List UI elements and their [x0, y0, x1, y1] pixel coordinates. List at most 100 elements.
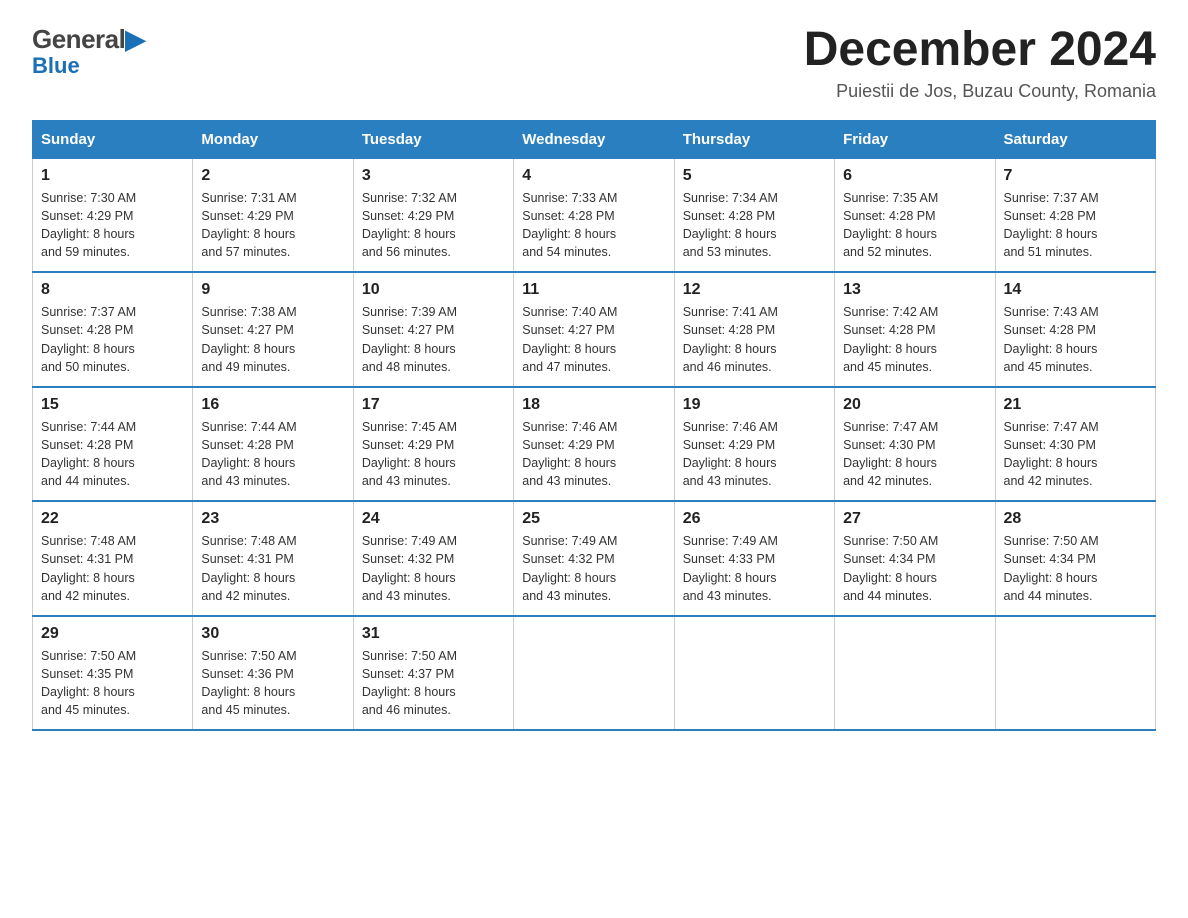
calendar-cell: 8 Sunrise: 7:37 AMSunset: 4:28 PMDayligh…: [33, 272, 193, 387]
calendar-cell: 3 Sunrise: 7:32 AMSunset: 4:29 PMDayligh…: [353, 158, 513, 272]
day-info: Sunrise: 7:47 AMSunset: 4:30 PMDaylight:…: [1004, 420, 1099, 488]
day-number: 9: [201, 281, 344, 299]
logo: General▶ Blue: [32, 24, 145, 79]
day-info: Sunrise: 7:38 AMSunset: 4:27 PMDaylight:…: [201, 305, 296, 373]
calendar-cell: 5 Sunrise: 7:34 AMSunset: 4:28 PMDayligh…: [674, 158, 834, 272]
day-number: 26: [683, 510, 826, 528]
day-number: 13: [843, 281, 986, 299]
title-section: December 2024 Puiestii de Jos, Buzau Cou…: [804, 24, 1156, 102]
day-number: 24: [362, 510, 505, 528]
day-info: Sunrise: 7:50 AMSunset: 4:35 PMDaylight:…: [41, 649, 136, 717]
day-info: Sunrise: 7:50 AMSunset: 4:34 PMDaylight:…: [1004, 534, 1099, 602]
calendar-cell: 20 Sunrise: 7:47 AMSunset: 4:30 PMDaylig…: [835, 387, 995, 502]
day-info: Sunrise: 7:50 AMSunset: 4:36 PMDaylight:…: [201, 649, 296, 717]
day-number: 21: [1004, 396, 1147, 414]
day-info: Sunrise: 7:37 AMSunset: 4:28 PMDaylight:…: [1004, 191, 1099, 259]
calendar-cell: 21 Sunrise: 7:47 AMSunset: 4:30 PMDaylig…: [995, 387, 1155, 502]
col-monday: Monday: [193, 120, 353, 158]
calendar-cell: 24 Sunrise: 7:49 AMSunset: 4:32 PMDaylig…: [353, 501, 513, 616]
calendar-cell: 19 Sunrise: 7:46 AMSunset: 4:29 PMDaylig…: [674, 387, 834, 502]
calendar-cell: 15 Sunrise: 7:44 AMSunset: 4:28 PMDaylig…: [33, 387, 193, 502]
calendar-cell: 29 Sunrise: 7:50 AMSunset: 4:35 PMDaylig…: [33, 616, 193, 731]
month-title: December 2024: [804, 24, 1156, 77]
day-info: Sunrise: 7:39 AMSunset: 4:27 PMDaylight:…: [362, 305, 457, 373]
day-number: 29: [41, 625, 184, 643]
col-sunday: Sunday: [33, 120, 193, 158]
day-number: 30: [201, 625, 344, 643]
calendar-cell: 30 Sunrise: 7:50 AMSunset: 4:36 PMDaylig…: [193, 616, 353, 731]
day-number: 25: [522, 510, 665, 528]
calendar-cell: 10 Sunrise: 7:39 AMSunset: 4:27 PMDaylig…: [353, 272, 513, 387]
day-info: Sunrise: 7:43 AMSunset: 4:28 PMDaylight:…: [1004, 305, 1099, 373]
calendar-cell: 31 Sunrise: 7:50 AMSunset: 4:37 PMDaylig…: [353, 616, 513, 731]
day-info: Sunrise: 7:49 AMSunset: 4:32 PMDaylight:…: [522, 534, 617, 602]
col-tuesday: Tuesday: [353, 120, 513, 158]
day-info: Sunrise: 7:44 AMSunset: 4:28 PMDaylight:…: [201, 420, 296, 488]
calendar-cell: 22 Sunrise: 7:48 AMSunset: 4:31 PMDaylig…: [33, 501, 193, 616]
day-number: 1: [41, 167, 184, 185]
day-info: Sunrise: 7:45 AMSunset: 4:29 PMDaylight:…: [362, 420, 457, 488]
calendar-cell: 13 Sunrise: 7:42 AMSunset: 4:28 PMDaylig…: [835, 272, 995, 387]
calendar-week-row: 8 Sunrise: 7:37 AMSunset: 4:28 PMDayligh…: [33, 272, 1156, 387]
calendar-week-row: 22 Sunrise: 7:48 AMSunset: 4:31 PMDaylig…: [33, 501, 1156, 616]
day-info: Sunrise: 7:35 AMSunset: 4:28 PMDaylight:…: [843, 191, 938, 259]
day-info: Sunrise: 7:34 AMSunset: 4:28 PMDaylight:…: [683, 191, 778, 259]
col-friday: Friday: [835, 120, 995, 158]
day-info: Sunrise: 7:37 AMSunset: 4:28 PMDaylight:…: [41, 305, 136, 373]
day-number: 18: [522, 396, 665, 414]
calendar-cell: 12 Sunrise: 7:41 AMSunset: 4:28 PMDaylig…: [674, 272, 834, 387]
day-info: Sunrise: 7:50 AMSunset: 4:37 PMDaylight:…: [362, 649, 457, 717]
day-number: 22: [41, 510, 184, 528]
day-number: 10: [362, 281, 505, 299]
calendar-cell: 16 Sunrise: 7:44 AMSunset: 4:28 PMDaylig…: [193, 387, 353, 502]
day-number: 4: [522, 167, 665, 185]
calendar-cell: [674, 616, 834, 731]
day-info: Sunrise: 7:50 AMSunset: 4:34 PMDaylight:…: [843, 534, 938, 602]
day-info: Sunrise: 7:44 AMSunset: 4:28 PMDaylight:…: [41, 420, 136, 488]
col-wednesday: Wednesday: [514, 120, 674, 158]
calendar-cell: [835, 616, 995, 731]
day-number: 14: [1004, 281, 1147, 299]
day-info: Sunrise: 7:46 AMSunset: 4:29 PMDaylight:…: [683, 420, 778, 488]
logo-blue-text: Blue: [32, 53, 80, 79]
calendar-cell: 27 Sunrise: 7:50 AMSunset: 4:34 PMDaylig…: [835, 501, 995, 616]
calendar-header-row: Sunday Monday Tuesday Wednesday Thursday…: [33, 120, 1156, 158]
calendar-cell: 2 Sunrise: 7:31 AMSunset: 4:29 PMDayligh…: [193, 158, 353, 272]
logo-general-text: General▶: [32, 24, 145, 55]
calendar-cell: [995, 616, 1155, 731]
day-number: 17: [362, 396, 505, 414]
calendar-cell: 7 Sunrise: 7:37 AMSunset: 4:28 PMDayligh…: [995, 158, 1155, 272]
day-number: 19: [683, 396, 826, 414]
day-info: Sunrise: 7:47 AMSunset: 4:30 PMDaylight:…: [843, 420, 938, 488]
day-info: Sunrise: 7:48 AMSunset: 4:31 PMDaylight:…: [41, 534, 136, 602]
calendar-cell: 25 Sunrise: 7:49 AMSunset: 4:32 PMDaylig…: [514, 501, 674, 616]
day-number: 7: [1004, 167, 1147, 185]
day-number: 12: [683, 281, 826, 299]
page-header: General▶ Blue December 2024 Puiestii de …: [32, 24, 1156, 102]
calendar-cell: 28 Sunrise: 7:50 AMSunset: 4:34 PMDaylig…: [995, 501, 1155, 616]
calendar-cell: 9 Sunrise: 7:38 AMSunset: 4:27 PMDayligh…: [193, 272, 353, 387]
day-info: Sunrise: 7:32 AMSunset: 4:29 PMDaylight:…: [362, 191, 457, 259]
calendar-week-row: 1 Sunrise: 7:30 AMSunset: 4:29 PMDayligh…: [33, 158, 1156, 272]
day-number: 23: [201, 510, 344, 528]
day-info: Sunrise: 7:33 AMSunset: 4:28 PMDaylight:…: [522, 191, 617, 259]
location-text: Puiestii de Jos, Buzau County, Romania: [804, 81, 1156, 102]
day-info: Sunrise: 7:41 AMSunset: 4:28 PMDaylight:…: [683, 305, 778, 373]
day-info: Sunrise: 7:49 AMSunset: 4:33 PMDaylight:…: [683, 534, 778, 602]
day-number: 20: [843, 396, 986, 414]
calendar-week-row: 15 Sunrise: 7:44 AMSunset: 4:28 PMDaylig…: [33, 387, 1156, 502]
day-number: 3: [362, 167, 505, 185]
day-number: 2: [201, 167, 344, 185]
calendar-cell: 14 Sunrise: 7:43 AMSunset: 4:28 PMDaylig…: [995, 272, 1155, 387]
calendar-week-row: 29 Sunrise: 7:50 AMSunset: 4:35 PMDaylig…: [33, 616, 1156, 731]
day-number: 5: [683, 167, 826, 185]
day-info: Sunrise: 7:42 AMSunset: 4:28 PMDaylight:…: [843, 305, 938, 373]
day-number: 8: [41, 281, 184, 299]
calendar-cell: 26 Sunrise: 7:49 AMSunset: 4:33 PMDaylig…: [674, 501, 834, 616]
day-number: 11: [522, 281, 665, 299]
day-info: Sunrise: 7:30 AMSunset: 4:29 PMDaylight:…: [41, 191, 136, 259]
day-number: 16: [201, 396, 344, 414]
day-number: 27: [843, 510, 986, 528]
day-number: 6: [843, 167, 986, 185]
day-info: Sunrise: 7:49 AMSunset: 4:32 PMDaylight:…: [362, 534, 457, 602]
